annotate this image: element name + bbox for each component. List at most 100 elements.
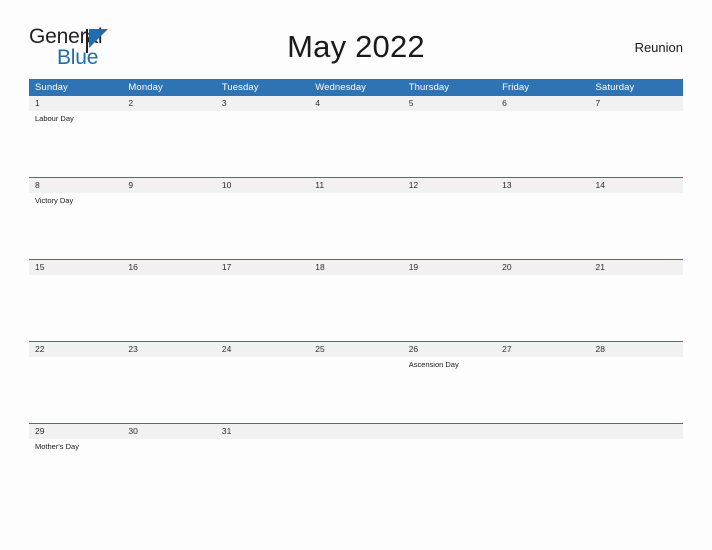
day-cell-7[interactable] <box>590 111 683 177</box>
day-number-23[interactable]: 23 <box>122 342 215 357</box>
day-cell-8[interactable]: Victory Day <box>29 193 122 259</box>
week-event-band: Mother's Day <box>29 439 683 505</box>
day-number-8[interactable]: 8 <box>29 178 122 193</box>
weekday-header-friday: Friday <box>502 82 530 93</box>
day-cell-14[interactable] <box>590 193 683 259</box>
day-number-3[interactable]: 3 <box>216 96 309 111</box>
day-number-29[interactable]: 29 <box>29 424 122 439</box>
day-cell-22[interactable] <box>29 357 122 423</box>
week-date-band: 29 30 31 <box>29 423 683 439</box>
calendar-week-row: 29 30 31 Mother's Day <box>29 423 683 505</box>
day-number-empty <box>309 424 402 439</box>
weekday-header-monday: Monday <box>128 82 163 93</box>
day-number-20[interactable]: 20 <box>496 260 589 275</box>
weekday-header-wednesday: Wednesday <box>315 82 367 93</box>
calendar-week-row: 1 2 3 4 5 6 7 Labour Day <box>29 96 683 177</box>
holiday-label: Ascension Day <box>408 360 459 369</box>
day-cell-16[interactable] <box>122 275 215 341</box>
week-event-band <box>29 275 683 341</box>
day-cell-4[interactable] <box>309 111 402 177</box>
week-date-band: 15 16 17 18 19 20 21 <box>29 259 683 275</box>
holiday-label: Victory Day <box>35 196 74 205</box>
weekday-header-sunday: Sunday <box>35 82 68 93</box>
day-number-empty <box>496 424 589 439</box>
day-number-4[interactable]: 4 <box>309 96 402 111</box>
day-number-24[interactable]: 24 <box>216 342 309 357</box>
day-number-7[interactable]: 7 <box>590 96 683 111</box>
day-cell-13[interactable] <box>496 193 589 259</box>
day-cell-26[interactable]: Ascension Day <box>403 357 496 423</box>
weekday-header-thursday: Thursday <box>408 82 450 93</box>
day-cell-24[interactable] <box>216 357 309 423</box>
day-number-21[interactable]: 21 <box>590 260 683 275</box>
week-date-band: 8 9 10 11 12 13 14 <box>29 177 683 193</box>
day-cell-2[interactable] <box>122 111 215 177</box>
day-cell-12[interactable] <box>403 193 496 259</box>
day-cell-25[interactable] <box>309 357 402 423</box>
day-cell-30[interactable] <box>122 439 215 505</box>
week-date-band: 22 23 24 25 26 27 28 <box>29 341 683 357</box>
day-number-11[interactable]: 11 <box>309 178 402 193</box>
week-date-band: 1234567 <box>29 96 683 111</box>
region-label: Reunion <box>634 40 683 55</box>
day-number-22[interactable]: 22 <box>29 342 122 357</box>
day-number-6[interactable]: 6 <box>496 96 589 111</box>
page-title: May 2022 <box>287 29 425 64</box>
day-number-9[interactable]: 9 <box>122 178 215 193</box>
day-number-30[interactable]: 30 <box>122 424 215 439</box>
day-cell-17[interactable] <box>216 275 309 341</box>
day-cell-27[interactable] <box>496 357 589 423</box>
day-number-28[interactable]: 28 <box>590 342 683 357</box>
calendar-week-row: 15 16 17 18 19 20 21 <box>29 259 683 341</box>
day-number-27[interactable]: 27 <box>496 342 589 357</box>
day-number-12[interactable]: 12 <box>403 178 496 193</box>
weekday-header-tuesday: Tuesday <box>221 82 259 93</box>
day-number-15[interactable]: 15 <box>29 260 122 275</box>
day-cell-18[interactable] <box>309 275 402 341</box>
day-cell-28[interactable] <box>590 357 683 423</box>
day-number-14[interactable]: 14 <box>590 178 683 193</box>
day-cell-20[interactable] <box>496 275 589 341</box>
day-number-26[interactable]: 26 <box>403 342 496 357</box>
day-number-5[interactable]: 5 <box>403 96 496 111</box>
week-event-band: Victory Day <box>29 193 683 259</box>
day-number-13[interactable]: 13 <box>496 178 589 193</box>
weekday-header-saturday: Saturday <box>595 82 635 93</box>
day-cell-29[interactable]: Mother's Day <box>29 439 122 505</box>
day-cell-empty <box>496 439 589 505</box>
week-event-band: Ascension Day <box>29 357 683 423</box>
day-number-10[interactable]: 10 <box>216 178 309 193</box>
calendar-grid: Sunday Monday Tuesday Wednesday Thursday Frid… <box>29 79 683 505</box>
day-cell-empty <box>309 439 402 505</box>
day-cell-31[interactable] <box>216 439 309 505</box>
day-number-31[interactable]: 31 <box>216 424 309 439</box>
day-number-16[interactable]: 16 <box>122 260 215 275</box>
day-number-19[interactable]: 19 <box>403 260 496 275</box>
day-number-empty <box>590 424 683 439</box>
day-number-25[interactable]: 25 <box>309 342 402 357</box>
day-cell-15[interactable] <box>29 275 122 341</box>
day-cell-3[interactable] <box>216 111 309 177</box>
calendar-page: General Blue May 2022 Reunion Sunday Mond… <box>0 0 712 550</box>
day-number-1[interactable]: 1 <box>29 96 122 111</box>
day-number-18[interactable]: 18 <box>309 260 402 275</box>
calendar-week-row: 22 23 24 25 26 27 28 Ascension Day <box>29 341 683 423</box>
day-cell-23[interactable] <box>122 357 215 423</box>
day-cell-1[interactable]: Labour Day <box>29 111 122 177</box>
holiday-label: Labour Day <box>35 114 74 123</box>
day-cell-empty <box>403 439 496 505</box>
day-number-2[interactable]: 2 <box>122 96 215 111</box>
day-cell-10[interactable] <box>216 193 309 259</box>
day-cell-11[interactable] <box>309 193 402 259</box>
holiday-label: Mother's Day <box>35 442 79 451</box>
day-cell-empty <box>590 439 683 505</box>
calendar-week-row: 8 9 10 11 12 13 14 Victory Day <box>29 177 683 259</box>
weekday-header-row: Sunday Monday Tuesday Wednesday Thursday Frid… <box>29 79 683 96</box>
calendar-weeks: 1 2 3 4 5 6 7 Labour Day 8 9 10 11 12 13 14 Victory Day… <box>29 96 683 505</box>
day-cell-5[interactable] <box>403 111 496 177</box>
day-cell-21[interactable] <box>590 275 683 341</box>
day-cell-19[interactable] <box>403 275 496 341</box>
day-number-17[interactable]: 17 <box>216 260 309 275</box>
day-cell-9[interactable] <box>122 193 215 259</box>
day-cell-6[interactable] <box>496 111 589 177</box>
